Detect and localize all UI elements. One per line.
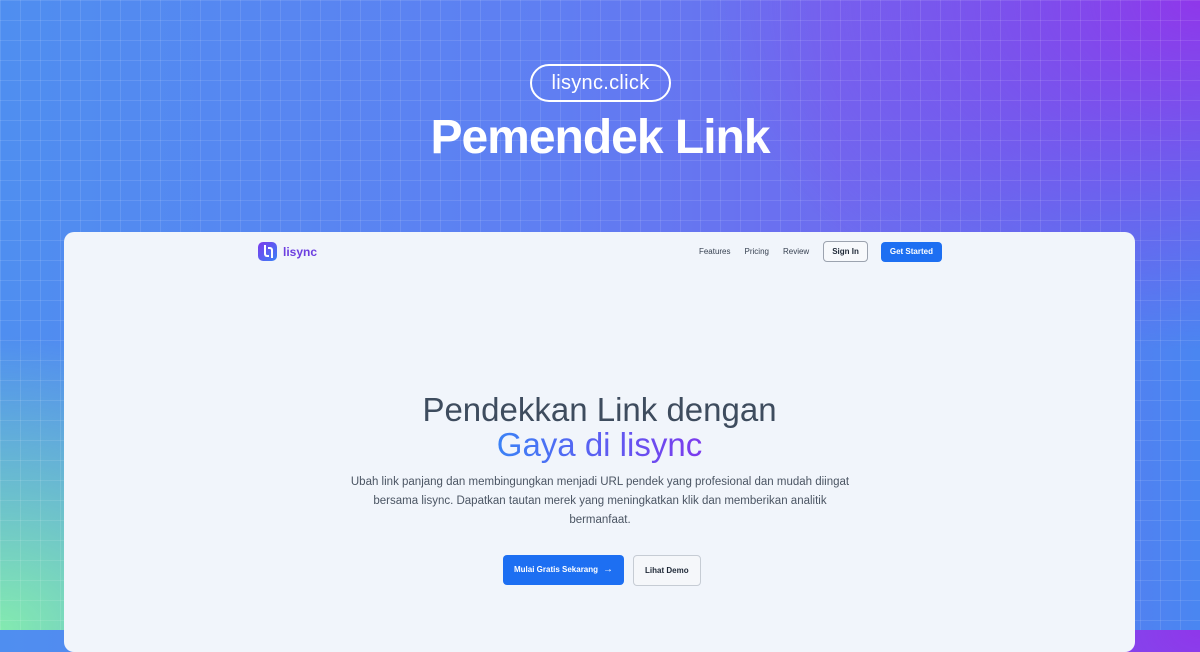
banner-headline: Pemendek Link	[430, 111, 770, 164]
brand-name: lisync	[283, 244, 318, 259]
cta-group: Mulai Gratis Sekarang → Lihat Demo	[503, 555, 701, 586]
sign-in-button[interactable]: Sign In	[823, 241, 868, 262]
hero-title-accent: Gaya di lisync	[496, 426, 703, 463]
domain-pill: lisync.click	[530, 64, 671, 102]
get-started-button[interactable]: Get Started	[880, 241, 942, 262]
website-preview-card: lisync Features Pricing Review Sign In G…	[64, 232, 1135, 652]
top-nav: Features Pricing Review Sign In Get Star…	[699, 241, 942, 262]
brand[interactable]: lisync	[258, 242, 317, 261]
nav-link-review[interactable]: Review	[783, 247, 809, 256]
nav-link-features[interactable]: Features	[699, 247, 731, 256]
hero-title-plain: Pendekkan Link dengan	[422, 391, 777, 428]
hero-title: Pendekkan Link dengan Gaya di lisync	[64, 392, 1135, 462]
nav-link-pricing[interactable]: Pricing	[745, 247, 769, 256]
start-free-button[interactable]: Mulai Gratis Sekarang →	[503, 555, 625, 585]
arrow-right-icon: →	[603, 564, 614, 575]
lisync-logo-icon	[258, 242, 277, 261]
start-free-label: Mulai Gratis Sekarang	[514, 565, 599, 574]
hero-subtitle: Ubah link panjang dan membingungkan menj…	[350, 476, 850, 526]
view-demo-button[interactable]: Lihat Demo	[633, 555, 701, 586]
